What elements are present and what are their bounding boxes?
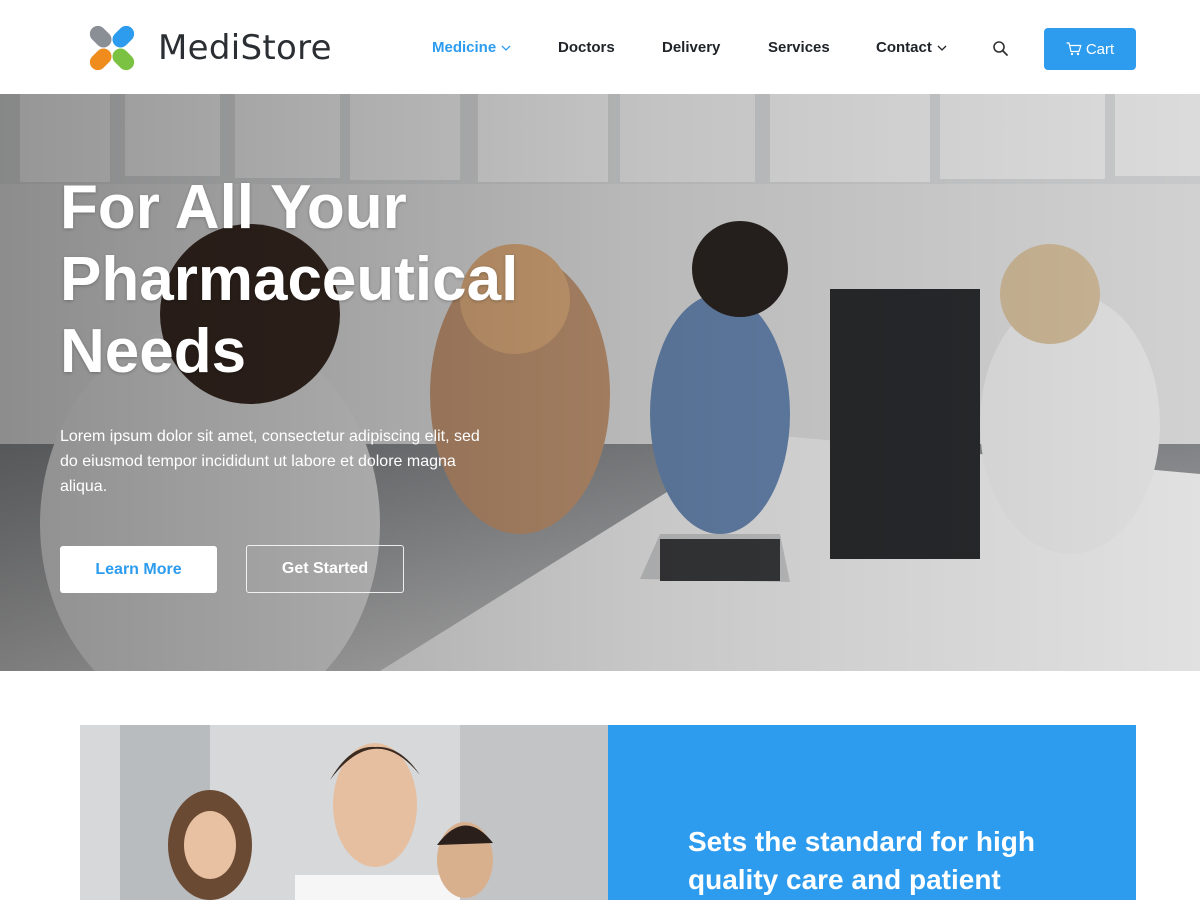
hero-title-line: Needs: [60, 317, 247, 386]
medistore-logo-icon: [89, 25, 135, 71]
nav-item-label: Delivery: [662, 39, 721, 56]
nav-item-services[interactable]: Services: [768, 39, 830, 56]
nav-item-medicine[interactable]: Medicine: [432, 39, 511, 56]
nav-item-label: Medicine: [432, 39, 497, 56]
hero-title-line: For All Your: [60, 173, 407, 242]
hero-title: For All Your Pharmaceutical Needs: [60, 172, 580, 388]
nav-item-contact[interactable]: Contact: [876, 39, 947, 56]
nav-item-doctors[interactable]: Doctors: [558, 39, 615, 56]
nav-item-delivery[interactable]: Delivery: [662, 39, 720, 56]
feature-heading: Sets the standard for high quality care …: [688, 826, 1035, 895]
hero-section: For All Your Pharmaceutical Needs Lorem …: [0, 94, 1200, 671]
chevron-down-icon: [501, 45, 511, 51]
hero-title-line: Pharmaceutical: [60, 245, 519, 314]
doctors-team-photo: [80, 725, 608, 900]
cart-icon: [1066, 42, 1082, 56]
search-icon[interactable]: [992, 40, 1009, 57]
site-header: MediStore Medicine Doctors Delivery Serv…: [0, 0, 1200, 94]
doctors-photo-illustration: [80, 725, 608, 900]
brand-logo[interactable]: MediStore: [80, 16, 332, 80]
hero-description: Lorem ipsum dolor sit amet, consectetur …: [60, 428, 480, 495]
feature-panel: Sets the standard for high quality care …: [608, 725, 1136, 900]
cart-button[interactable]: Cart: [1044, 28, 1136, 70]
cart-label: Cart: [1085, 40, 1115, 58]
nav-item-label: Doctors: [558, 39, 615, 56]
nav-item-label: Contact: [876, 39, 932, 56]
chevron-down-icon: [937, 45, 947, 51]
learn-more-button[interactable]: Learn More: [60, 546, 217, 593]
brand-name: MediStore: [158, 28, 332, 68]
nav-item-label: Services: [768, 39, 830, 56]
get-started-button[interactable]: Get Started: [246, 545, 404, 593]
